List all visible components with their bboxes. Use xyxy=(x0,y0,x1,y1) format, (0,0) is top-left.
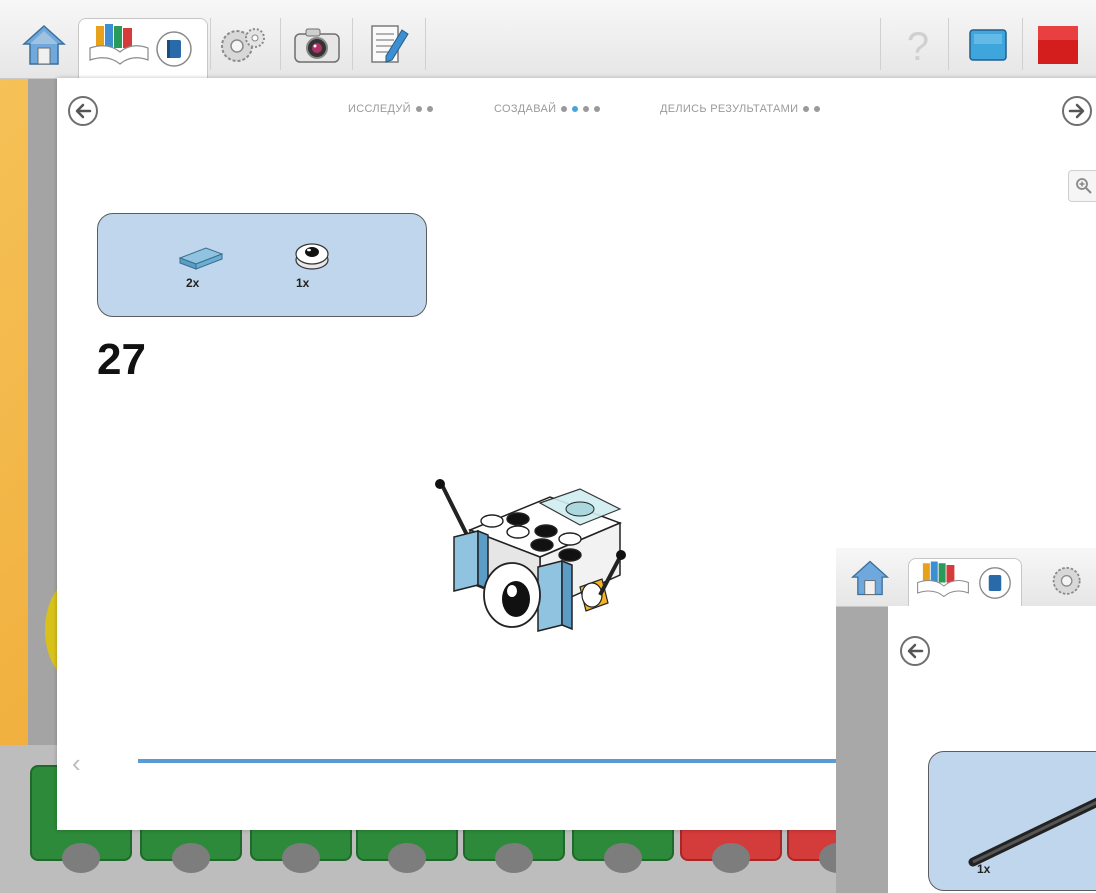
lego-robot-model-image xyxy=(435,479,626,632)
gears-icon[interactable] xyxy=(217,22,267,68)
svg-text:?: ? xyxy=(907,25,929,68)
step-dot xyxy=(583,106,590,113)
red-stop-icon[interactable] xyxy=(1036,24,1080,66)
step-dot xyxy=(803,106,810,113)
home-icon[interactable] xyxy=(850,558,890,598)
overlay-parts-list-box: 1x xyxy=(928,751,1096,891)
step-label: ИССЛЕДУЙ xyxy=(348,103,411,115)
book-circle-icon[interactable] xyxy=(155,30,193,68)
block-notch xyxy=(604,843,642,873)
part-qty-2: 1x xyxy=(296,276,310,290)
back-arrow-icon[interactable] xyxy=(68,96,98,126)
blue-screen-icon[interactable] xyxy=(966,26,1010,66)
zoom-in-button[interactable] xyxy=(1068,170,1096,202)
step-dot xyxy=(426,106,433,113)
notepad-icon[interactable] xyxy=(364,20,414,70)
part-qty-1: 2x xyxy=(186,276,200,290)
books-icon[interactable] xyxy=(914,558,972,600)
step-create[interactable]: СОЗДАВАЙ xyxy=(494,103,601,115)
step-dot xyxy=(561,106,568,113)
toolbar-divider xyxy=(1022,18,1023,70)
gears-icon[interactable] xyxy=(1046,560,1096,600)
forward-arrow-icon[interactable] xyxy=(1062,96,1092,126)
books-icon[interactable] xyxy=(86,20,152,68)
book-circle-icon[interactable] xyxy=(978,566,1012,600)
back-arrow-icon[interactable] xyxy=(900,636,930,666)
step-dot xyxy=(594,106,601,113)
toolbar-divider xyxy=(210,18,211,70)
chevron-left-icon[interactable]: ‹ xyxy=(72,748,81,779)
block-notch xyxy=(388,843,426,873)
overlay-part-qty: 1x xyxy=(977,862,991,876)
step-number: 27 xyxy=(97,335,146,384)
block-notch xyxy=(62,843,100,873)
progress-bar[interactable] xyxy=(138,759,838,763)
parts-list-box: 2x 1x xyxy=(97,213,427,317)
block-notch xyxy=(712,843,750,873)
step-label: СОЗДАВАЙ xyxy=(494,103,557,115)
top-toolbar: ? xyxy=(0,0,1096,79)
block-notch xyxy=(495,843,533,873)
eye-tile-icon xyxy=(295,243,329,270)
toolbar-divider xyxy=(425,18,426,70)
help-icon[interactable]: ? xyxy=(898,22,938,68)
overlay-screenshot: 1x xyxy=(836,548,1096,893)
camera-icon[interactable] xyxy=(292,26,342,66)
black-axle-icon xyxy=(968,797,1096,867)
flat-tile-icon xyxy=(178,247,224,270)
overlay-toolbar xyxy=(836,548,1096,607)
block-notch xyxy=(172,843,210,873)
toolbar-divider xyxy=(948,18,949,70)
step-share[interactable]: ДЕЛИСЬ РЕЗУЛЬТАТАМИ xyxy=(660,103,821,115)
block-notch xyxy=(282,843,320,873)
toolbar-divider xyxy=(880,18,881,70)
step-explore[interactable]: ИССЛЕДУЙ xyxy=(348,103,433,115)
zoom-icon xyxy=(1076,178,1092,194)
toolbar-divider xyxy=(280,18,281,70)
toolbar-divider xyxy=(352,18,353,70)
step-label: ДЕЛИСЬ РЕЗУЛЬТАТАМИ xyxy=(660,103,799,115)
step-dot xyxy=(814,106,821,113)
step-dot xyxy=(415,106,422,113)
home-icon[interactable] xyxy=(22,22,66,68)
step-dot-active xyxy=(572,106,579,113)
